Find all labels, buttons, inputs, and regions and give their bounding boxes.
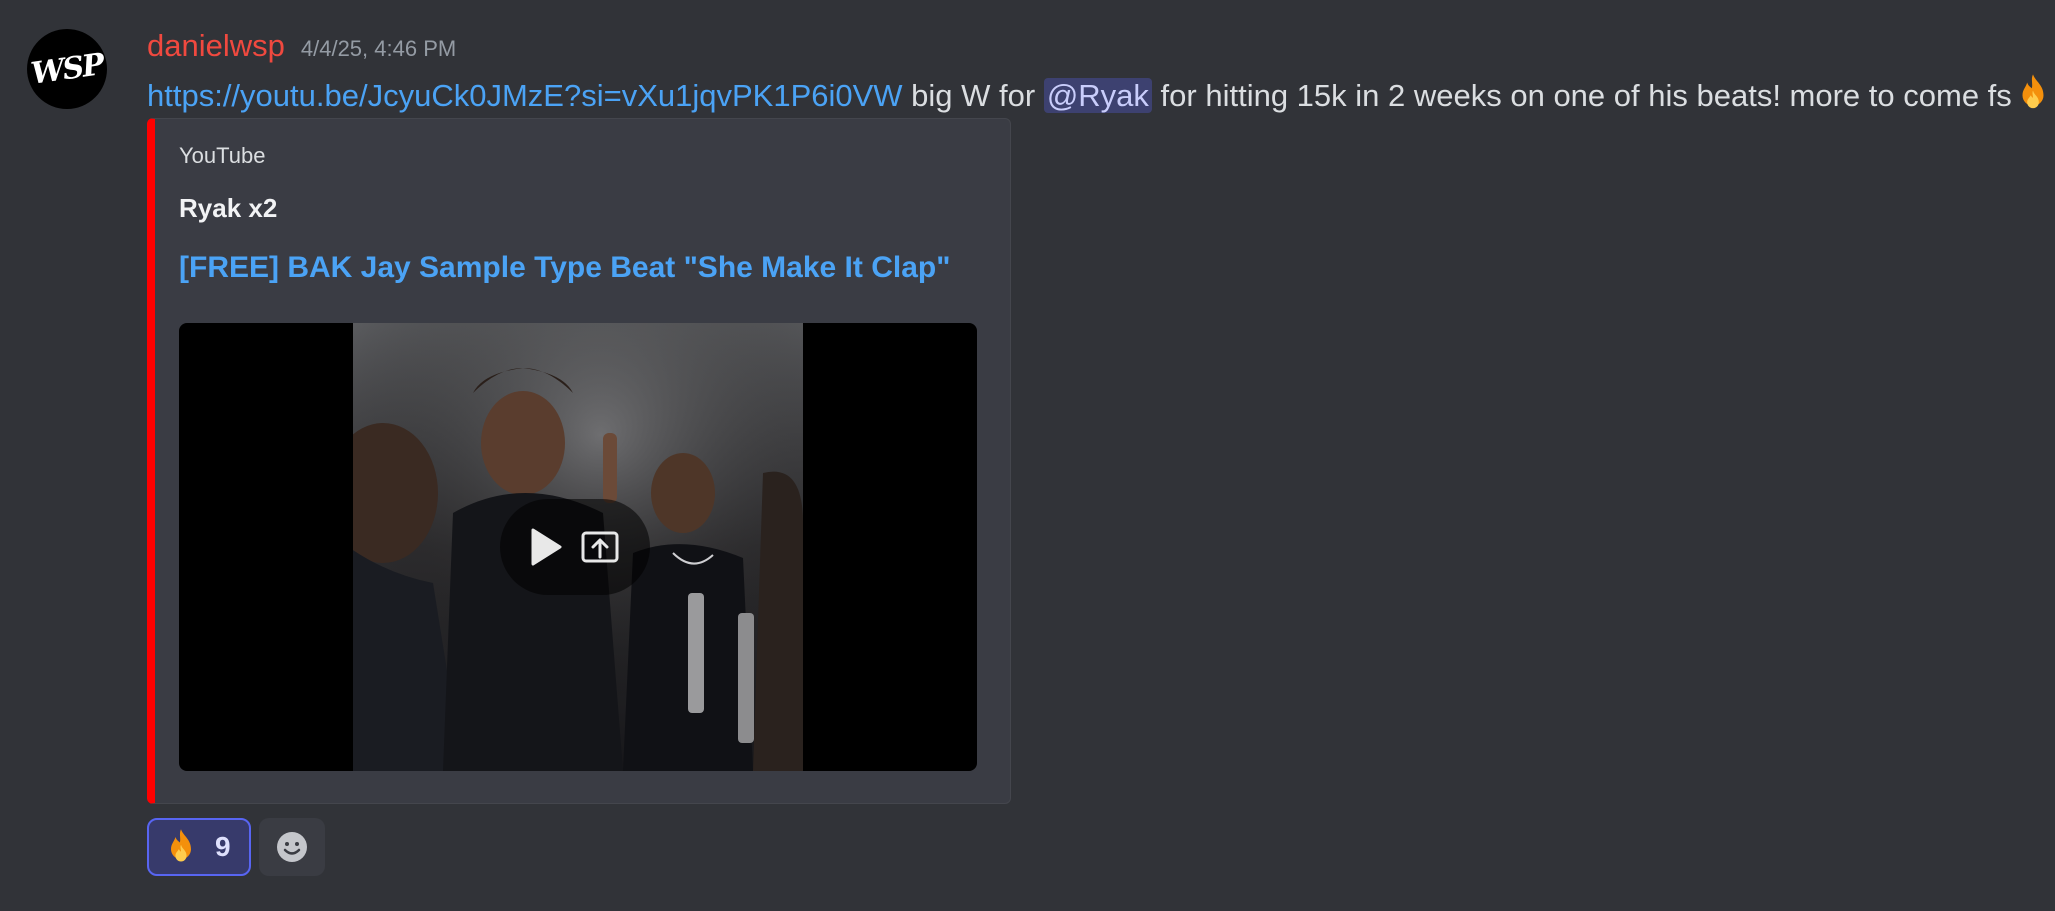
user-avatar[interactable]: WSP [27,29,107,109]
avatar-logo: WSP [28,46,106,92]
video-controls [500,499,650,595]
message-text-part: big W for [902,78,1044,113]
username[interactable]: danielwsp [147,28,285,64]
embed-author[interactable]: Ryak x2 [179,193,277,224]
embed-provider[interactable]: YouTube [179,143,265,169]
add-reaction-button[interactable] [259,818,325,876]
play-icon[interactable] [529,527,563,567]
message-header: danielwsp 4/4/25, 4:46 PM [147,28,456,64]
youtube-link[interactable]: https://youtu.be/JcyuCk0JMzE?si=vXu1jqvP… [147,78,903,113]
video-player[interactable] [179,323,977,771]
chat-message: WSP danielwsp 4/4/25, 4:46 PM https://yo… [0,0,2055,911]
reactions-bar: 9 [147,818,325,876]
message-text-part: for hitting 15k in 2 weeks on one of his… [1151,78,2012,113]
open-external-icon[interactable] [581,529,621,565]
message-content: https://youtu.be/JcyuCk0JMzE?si=vXu1jqvP… [147,72,2054,116]
user-mention[interactable]: @Ryak [1043,78,1152,113]
fire-icon [2022,74,2044,109]
embed-title[interactable]: [FREE] BAK Jay Sample Type Beat "She Mak… [179,251,950,285]
link-embed: YouTube Ryak x2 [FREE] BAK Jay Sample Ty… [147,118,1011,804]
fire-icon [171,829,191,862]
reaction-count: 9 [215,831,231,862]
reaction-fire[interactable]: 9 [147,818,251,876]
message-timestamp[interactable]: 4/4/25, 4:46 PM [301,36,456,62]
add-reaction-icon [277,832,307,862]
